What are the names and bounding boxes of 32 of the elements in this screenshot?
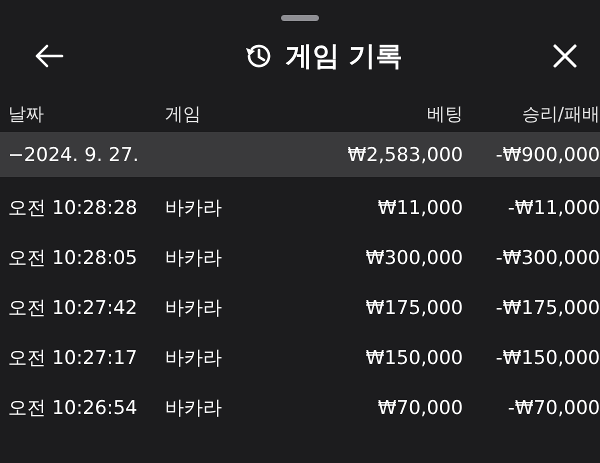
bet-amount: ₩11,000 (376, 197, 463, 219)
time-text: 오전 10:27:42 (8, 296, 138, 321)
bet-amount: ₩300,000 (364, 247, 463, 269)
bet-amount: ₩70,000 (376, 397, 463, 419)
back-arrow-icon (34, 44, 64, 68)
game-name: 바카라 (164, 346, 223, 371)
result-amount: -₩175,000 (494, 297, 600, 319)
result-amount: -₩11,000 (506, 197, 600, 219)
result-amount: -₩900,000 (494, 144, 600, 166)
bet-amount: ₩2,583,000 (346, 144, 463, 166)
result-amount: -₩70,000 (506, 397, 600, 419)
drag-handle[interactable] (281, 15, 319, 21)
time-text: 오전 10:26:54 (8, 396, 138, 421)
column-header: 승리/패배 (520, 103, 600, 126)
game-name: 바카라 (164, 196, 223, 221)
column-header: 베팅 (426, 103, 463, 126)
result-amount: -₩300,000 (494, 247, 600, 269)
result-amount: -₩150,000 (494, 347, 600, 369)
column-header: 게임 (164, 103, 202, 126)
time-text: 오전 10:27:17 (8, 346, 138, 371)
close-icon (552, 43, 578, 69)
game-name: 바카라 (164, 246, 223, 271)
column-header: 날짜 (8, 103, 45, 126)
game-name: 바카라 (164, 396, 223, 421)
date-text: −2024. 9. 27. (8, 144, 140, 166)
bet-amount: ₩175,000 (364, 297, 463, 319)
time-text: 오전 10:28:05 (8, 246, 138, 271)
date-group-row[interactable]: −2024. 9. 27. ₩2,583,000 -₩900,000 (0, 132, 600, 177)
game-name: 바카라 (164, 296, 223, 321)
bet-amount: ₩150,000 (364, 347, 463, 369)
time-text: 오전 10:28:28 (8, 196, 138, 221)
window-title: 게임 기록 (285, 40, 403, 74)
